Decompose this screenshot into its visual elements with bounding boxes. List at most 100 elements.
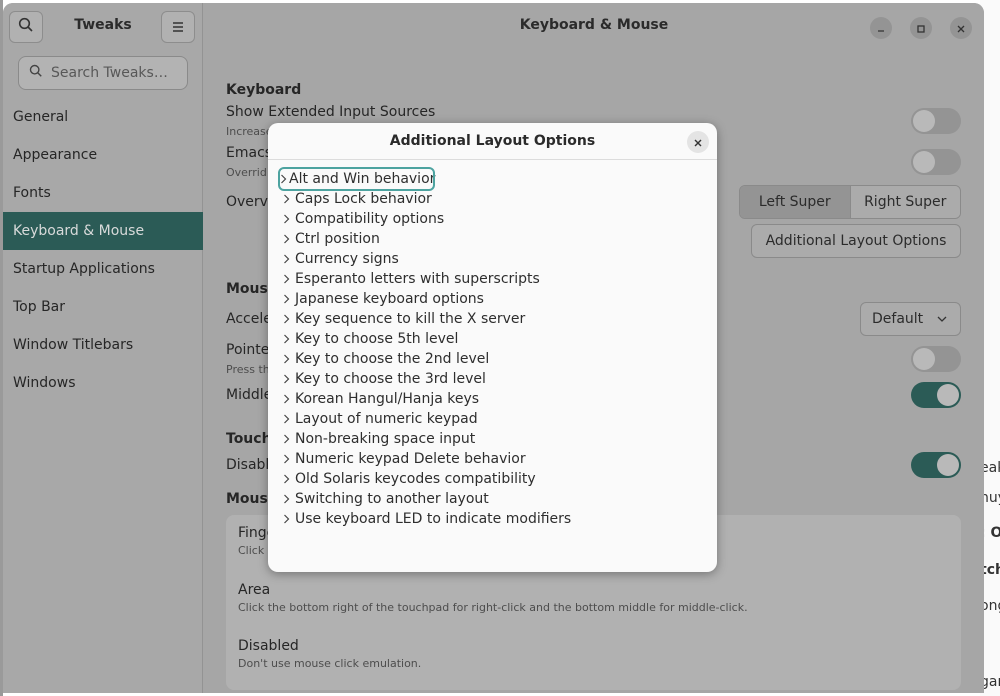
sidebar-item-general[interactable]: General <box>3 98 203 136</box>
layout-option-row[interactable]: Numeric keypad Delete behavior <box>280 449 700 469</box>
toggle-knob <box>937 454 959 476</box>
layout-option-label: Numeric keypad Delete behavior <box>295 451 526 467</box>
toggle-knob <box>913 110 935 132</box>
overview-shortcut-label: Overvi <box>226 194 272 210</box>
layout-option-label: Compatibility options <box>295 211 445 227</box>
sidebar-item-keyboard-mouse[interactable]: Keyboard & Mouse <box>3 212 203 250</box>
sidebar-item-top-bar[interactable]: Top Bar <box>3 288 203 326</box>
chevron-right-icon <box>280 414 293 424</box>
close-icon <box>956 19 966 38</box>
left-super-option[interactable]: Left Super <box>740 186 851 218</box>
option-description: Don't use mouse click emulation. <box>238 657 422 670</box>
pointer-location-description: Press th <box>226 363 270 376</box>
disable-while-typing-label: Disabl <box>226 457 270 473</box>
layout-option-row[interactable]: Layout of numeric keypad <box>280 409 700 429</box>
layout-option-row[interactable]: Key sequence to kill the X server <box>280 309 700 329</box>
layout-option-row[interactable]: Currency signs <box>280 249 700 269</box>
pointer-location-toggle[interactable] <box>911 346 961 372</box>
chevron-right-icon <box>280 194 293 204</box>
additional-layout-options-button[interactable]: Additional Layout Options <box>751 224 961 258</box>
layout-option-row[interactable]: Use keyboard LED to indicate modifiers <box>280 509 700 529</box>
layout-option-row[interactable]: Key to choose the 2nd level <box>280 349 700 369</box>
layout-option-label: Currency signs <box>295 251 399 267</box>
acceleration-profile-value: Default <box>872 311 924 327</box>
option-description: Click the bottom right of the touchpad f… <box>238 601 748 614</box>
layout-option-row[interactable]: Switching to another layout <box>280 489 700 509</box>
disable-while-typing-toggle[interactable] <box>911 452 961 478</box>
chevron-right-icon <box>280 234 293 244</box>
chevron-right-icon <box>280 254 293 264</box>
pointer-location-label: Pointe <box>226 342 270 358</box>
dialog-header: Additional Layout Options <box>268 123 717 160</box>
layout-option-row[interactable]: Korean Hangul/Hanja keys <box>280 389 700 409</box>
page-title: Keyboard & Mouse <box>519 17 669 33</box>
chevron-right-icon <box>280 494 293 504</box>
layout-option-row[interactable]: Key to choose the 3rd level <box>280 369 700 389</box>
right-super-option[interactable]: Right Super <box>850 186 960 218</box>
chevron-right-icon <box>280 454 293 464</box>
close-icon <box>693 133 703 152</box>
layout-option-row[interactable]: Japanese keyboard options <box>280 289 700 309</box>
middle-click-paste-label: Middle <box>226 387 273 403</box>
chevron-right-icon <box>280 474 293 484</box>
layout-option-label: Switching to another layout <box>295 491 489 507</box>
sidebar-item-appearance[interactable]: Appearance <box>3 136 203 174</box>
main-menu-button[interactable] <box>161 11 195 43</box>
layout-option-row[interactable]: Compatibility options <box>280 209 700 229</box>
layout-option-label: Japanese keyboard options <box>295 291 484 307</box>
layout-option-label: Alt and Win behavior <box>289 171 436 187</box>
chevron-right-icon <box>280 294 293 304</box>
show-extended-description: Increase <box>226 125 273 138</box>
maximize-icon <box>916 19 926 38</box>
minimize-button[interactable] <box>870 17 892 39</box>
layout-option-row[interactable]: Key to choose 5th level <box>280 329 700 349</box>
dialog-close-button[interactable] <box>687 131 709 153</box>
chevron-right-icon <box>280 514 293 524</box>
search-toggle-button[interactable] <box>9 11 43 43</box>
acceleration-profile-dropdown[interactable]: Default <box>860 302 961 336</box>
toggle-knob <box>913 151 935 173</box>
layout-option-row[interactable]: Non-breaking space input <box>280 429 700 449</box>
middle-click-paste-toggle[interactable] <box>911 382 961 408</box>
option-title: Area <box>238 582 271 598</box>
sidebar-item-fonts[interactable]: Fonts <box>3 174 203 212</box>
search-icon <box>29 64 43 82</box>
maximize-button[interactable] <box>910 17 932 39</box>
layout-option-row[interactable]: Old Solaris keycodes compatibility <box>280 469 700 489</box>
search-placeholder: Search Tweaks… <box>51 65 168 81</box>
toggle-knob <box>937 384 959 406</box>
layout-option-label: Key to choose the 3rd level <box>295 371 486 387</box>
chevron-right-icon <box>280 354 293 364</box>
toggle-knob <box>913 348 935 370</box>
layout-option-row[interactable]: Esperanto letters with superscripts <box>280 269 700 289</box>
additional-layout-options-dialog: Additional Layout Options Alt and Win be… <box>268 123 717 572</box>
sidebar-title: Tweaks <box>74 17 132 33</box>
close-button[interactable] <box>950 17 972 39</box>
chevron-right-icon <box>280 314 293 324</box>
layout-option-row[interactable]: Ctrl position <box>280 229 700 249</box>
minimize-icon <box>876 19 886 38</box>
chevron-down-icon <box>937 311 947 327</box>
layout-option-label: Esperanto letters with superscripts <box>295 271 540 287</box>
layout-option-row[interactable]: Caps Lock behavior <box>280 189 700 209</box>
sidebar-item-startup-applications[interactable]: Startup Applications <box>3 250 203 288</box>
acceleration-label: Accele <box>226 311 272 327</box>
emacs-description: Overrid <box>226 166 267 179</box>
sidebar-item-windows[interactable]: Windows <box>3 364 203 402</box>
emacs-toggle[interactable] <box>911 149 961 175</box>
search-icon <box>18 17 34 37</box>
dialog-title: Additional Layout Options <box>389 133 596 149</box>
area-option[interactable]: Area Click the bottom right of the touch… <box>238 582 748 614</box>
sidebar-item-window-titlebars[interactable]: Window Titlebars <box>3 326 203 364</box>
layout-option-label: Non-breaking space input <box>295 431 476 447</box>
layout-option-row[interactable]: Alt and Win behavior <box>278 167 436 191</box>
disabled-option[interactable]: Disabled Don't use mouse click emulation… <box>238 638 421 670</box>
layout-option-label: Korean Hangul/Hanja keys <box>295 391 480 407</box>
chevron-right-icon <box>280 274 293 284</box>
layout-option-label: Use keyboard LED to indicate modifiers <box>295 511 572 527</box>
search-input[interactable]: Search Tweaks… <box>18 56 188 90</box>
hamburger-icon <box>171 18 185 37</box>
chevron-right-icon <box>280 174 287 184</box>
show-extended-toggle[interactable] <box>911 108 961 134</box>
overview-key-selector: Left Super Right Super <box>739 185 961 219</box>
